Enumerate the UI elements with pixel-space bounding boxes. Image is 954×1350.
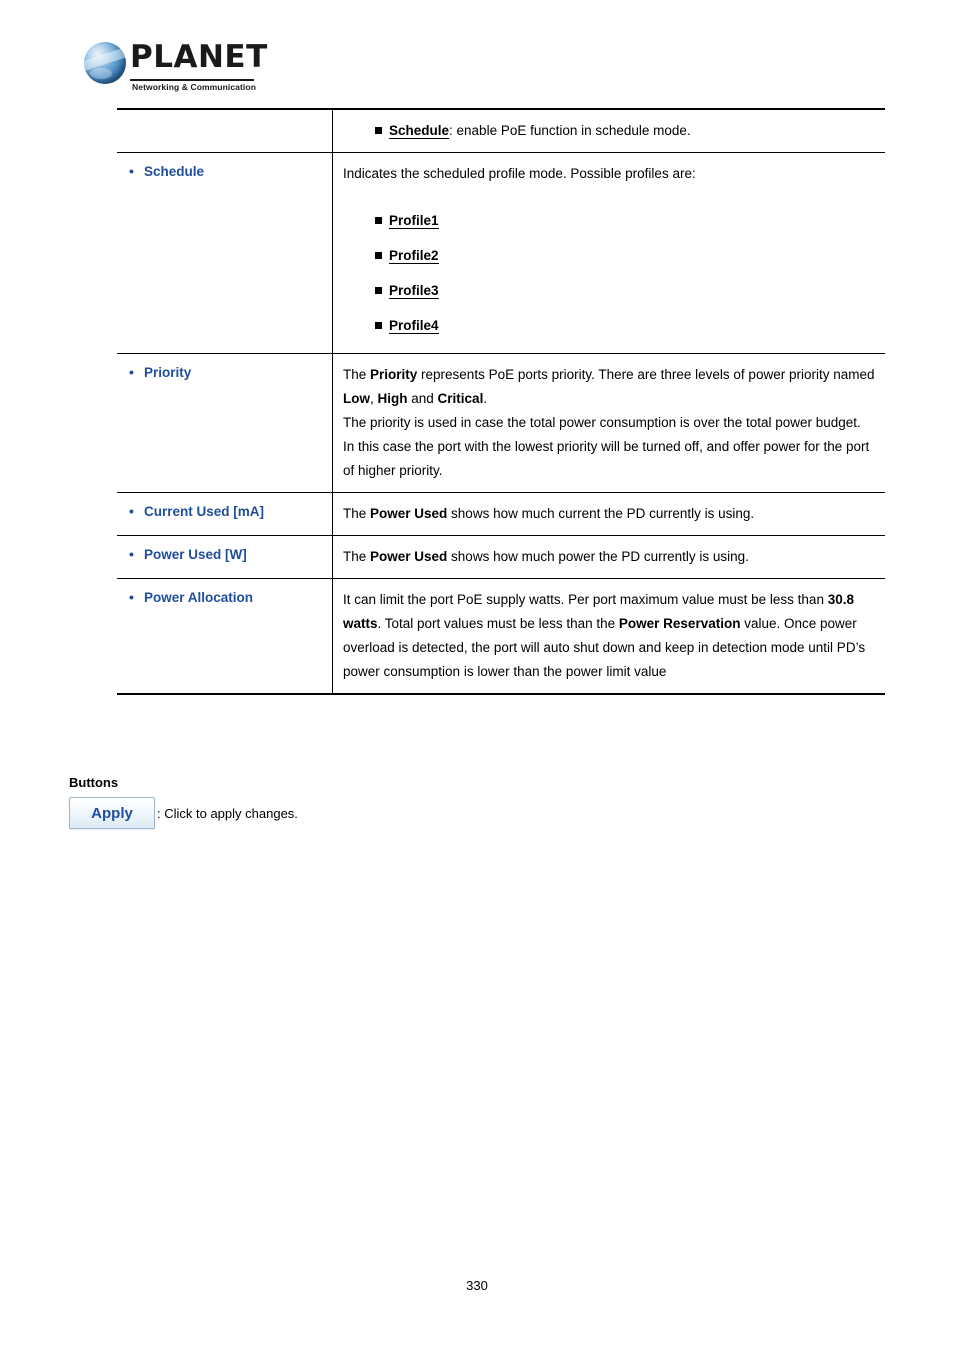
keyword: Schedule (389, 123, 450, 139)
description-intro: Indicates the scheduled profile mode. Po… (343, 166, 696, 181)
apply-button[interactable]: Apply (69, 797, 155, 829)
list-item-text: : enable PoE function in schedule mode. (449, 123, 691, 138)
table-row: Current Used [mA] The Power Used shows h… (117, 492, 885, 536)
table-cell-description: The Priority represents PoE ports priori… (332, 353, 885, 493)
description-paragraph: The Power Used shows how much power the … (343, 549, 749, 564)
table-cell-description: The Power Used shows how much current th… (332, 492, 885, 536)
table-cell-description: Schedule: enable PoE function in schedul… (332, 109, 885, 153)
keyword: Profile3 (389, 283, 439, 299)
brand-divider (130, 79, 254, 81)
description-paragraph: The Priority represents PoE ports priori… (343, 367, 875, 406)
term-schedule: Schedule (129, 161, 326, 182)
apply-button-caption: : Click to apply changes. (157, 805, 298, 821)
term-power-allocation: Power Allocation (129, 587, 326, 608)
term-current-used: Current Used [mA] (129, 501, 326, 522)
table-cell-description: It can limit the port PoE supply watts. … (332, 578, 885, 694)
list-item: Profile4 (343, 314, 875, 338)
table-cell-description: Indicates the scheduled profile mode. Po… (332, 152, 885, 354)
description-paragraph: The priority is used in case the total p… (343, 415, 870, 478)
list-item: Profile1 (343, 209, 875, 233)
table-row: Schedule: enable PoE function in schedul… (117, 109, 885, 153)
description-paragraph: The Power Used shows how much current th… (343, 506, 755, 521)
term-power-used: Power Used [W] (129, 544, 326, 565)
buttons-section-heading: Buttons (69, 775, 119, 790)
table-row: Power Allocation It can limit the port P… (117, 578, 885, 695)
page-number: 330 (466, 1278, 488, 1293)
parameter-description-table: Schedule: enable PoE function in schedul… (117, 108, 885, 695)
list-item: Profile2 (343, 244, 875, 268)
table-cell-term (117, 109, 333, 153)
brand-tagline: Networking & Communication (132, 82, 256, 92)
table-cell-description: The Power Used shows how much power the … (332, 535, 885, 579)
table-cell-term: Current Used [mA] (117, 493, 333, 536)
brand-logo: PLANET Networking & Communication (84, 38, 267, 96)
description-paragraph: It can limit the port PoE supply watts. … (343, 592, 866, 679)
table-cell-term: Schedule (117, 153, 333, 354)
table-cell-term: Power Used [W] (117, 536, 333, 579)
keyword: Profile4 (389, 318, 439, 334)
table-cell-term: Power Allocation (117, 579, 333, 695)
globe-icon (84, 42, 126, 84)
brand-name: PLANET (130, 39, 268, 75)
keyword: Profile2 (389, 248, 439, 264)
term-priority: Priority (129, 362, 326, 383)
keyword: Profile1 (389, 213, 439, 229)
list-item: Schedule: enable PoE function in schedul… (343, 119, 875, 143)
table-row: Power Used [W] The Power Used shows how … (117, 535, 885, 579)
table-row: Priority The Priority represents PoE por… (117, 353, 885, 493)
buttons-section: Apply : Click to apply changes. (69, 797, 298, 829)
table-row: Schedule Indicates the scheduled profile… (117, 152, 885, 354)
list-item: Profile3 (343, 279, 875, 303)
table-cell-term: Priority (117, 354, 333, 493)
